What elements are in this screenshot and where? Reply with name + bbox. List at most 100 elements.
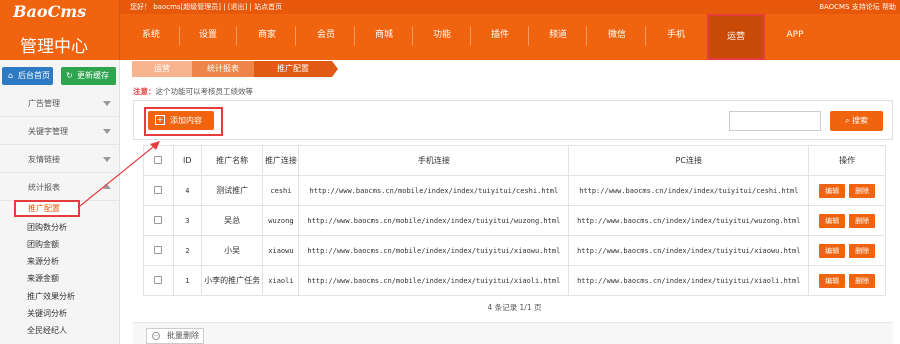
cell-id: 2 xyxy=(172,235,202,266)
cell-id: 3 xyxy=(172,205,202,236)
breadcrumb-reports[interactable]: 统计报表 xyxy=(192,61,254,77)
sidebar-item-keyword-analysis[interactable]: 关键词分析 xyxy=(27,308,67,319)
pagination-info: 4 条记录 1/1 页 xyxy=(487,303,542,312)
nav-divider xyxy=(295,26,296,46)
add-content-label: 添加内容 xyxy=(170,116,202,125)
nav-operations[interactable]: 运营 xyxy=(707,14,765,60)
row-checkbox[interactable] xyxy=(154,215,163,224)
nav-merchant[interactable]: 商家 xyxy=(242,14,292,60)
nav-channel[interactable]: 频道 xyxy=(533,14,583,60)
cell-name: 吴总 xyxy=(200,205,264,236)
search-input[interactable] xyxy=(729,111,821,131)
nav-function[interactable]: 功能 xyxy=(417,14,467,60)
menu-group-label: 关键字管理 xyxy=(28,127,68,136)
menu-group-links[interactable]: 友情链接 xyxy=(0,145,120,173)
cell-pc-link[interactable]: http://www.baocms.cn/index/index/tuiyitu… xyxy=(568,175,810,206)
sidebar-item-agent[interactable]: 全民经纪人 xyxy=(27,325,67,336)
menu-group-reports[interactable]: 统计报表 xyxy=(0,173,120,201)
table-row: 1 小李的推广任务 xiaoli http://www.baocms.cn/mo… xyxy=(143,265,886,296)
select-all-checkbox[interactable] xyxy=(154,155,163,164)
row-checkbox[interactable] xyxy=(154,185,163,194)
row-checkbox[interactable] xyxy=(154,245,163,254)
sidebar-item-groupbuy-count[interactable]: 团购数分析 xyxy=(27,222,67,233)
cell-actions: 编辑 删除 xyxy=(808,175,886,206)
table-header-row: ID 推广名称 推广连接 手机连接 PC连接 操作 xyxy=(143,145,886,176)
cell-pc-link[interactable]: http://www.baocms.cn/index/index/tuiyitu… xyxy=(568,265,810,296)
search-icon: ⌕ xyxy=(844,116,850,125)
col-code: 推广连接 xyxy=(262,145,300,176)
edit-button[interactable]: 编辑 xyxy=(819,243,846,258)
delete-button[interactable]: 删除 xyxy=(849,213,876,228)
cell-mobile-link[interactable]: http://www.baocms.cn/mobile/index/index/… xyxy=(298,265,570,296)
select-all-cell xyxy=(143,145,174,176)
batch-delete-button[interactable]: − 批量删除 xyxy=(146,328,204,344)
chevron-down-icon xyxy=(103,101,111,106)
breadcrumb-current: 推广配置 xyxy=(254,61,332,77)
top-info-bar: 您好！ baocms[超级管理员] | [退出] | 站点首页 BAOCMS 支… xyxy=(120,0,900,14)
cell-mobile-link[interactable]: http://www.baocms.cn/mobile/index/index/… xyxy=(298,235,570,266)
col-mobile-link: 手机连接 xyxy=(298,145,570,176)
support-links[interactable]: BAOCMS 支持论坛 帮助 xyxy=(819,0,896,14)
nav-app[interactable]: APP xyxy=(770,14,820,60)
cell-pc-link[interactable]: http://www.baocms.cn/index/index/tuiyitu… xyxy=(568,205,810,236)
sidebar-item-source-amount[interactable]: 来源金额 xyxy=(27,273,59,284)
logo[interactable]: BaoCms xyxy=(13,2,86,21)
chevron-down-icon xyxy=(103,129,111,134)
search-label: 搜索 xyxy=(852,116,869,125)
refresh-icon: ↻ xyxy=(66,71,73,80)
edit-button[interactable]: 编辑 xyxy=(819,183,846,198)
row-select-cell xyxy=(143,175,174,206)
menu-group-keywords[interactable]: 关键字管理 xyxy=(0,117,120,145)
col-name: 推广名称 xyxy=(200,145,264,176)
delete-button[interactable]: 删除 xyxy=(849,183,876,198)
add-content-button[interactable]: + 添加内容 xyxy=(148,111,214,130)
batch-delete-label: 批量删除 xyxy=(167,331,199,340)
nav-member[interactable]: 会员 xyxy=(301,14,351,60)
top-header: BaoCms 管理中心 您好！ baocms[超级管理员] | [退出] | 站… xyxy=(0,0,900,60)
cell-code: xiaowu xyxy=(262,235,300,266)
edit-button[interactable]: 编辑 xyxy=(819,213,846,228)
table-row: 4 测试推广 ceshi http://www.baocms.cn/mobile… xyxy=(143,175,886,206)
home-button[interactable]: ⌂ 后台首页 xyxy=(2,67,53,85)
nav-mall[interactable]: 商城 xyxy=(359,14,409,60)
cell-code: wuzong xyxy=(262,205,300,236)
notice-label: 注意： xyxy=(133,87,156,96)
cell-code: xiaoli xyxy=(262,265,300,296)
table-row: 2 小吴 xiaowu http://www.baocms.cn/mobile/… xyxy=(143,235,886,266)
cell-id: 1 xyxy=(172,265,202,296)
update-cache-label: 更新缓存 xyxy=(77,71,109,80)
promotion-table: ID 推广名称 推广连接 手机连接 PC连接 操作 4 测试推广 ceshi h… xyxy=(143,145,886,296)
row-select-cell xyxy=(143,205,174,236)
bottom-bar xyxy=(133,322,893,344)
cell-mobile-link[interactable]: http://www.baocms.cn/mobile/index/index/… xyxy=(298,175,570,206)
cell-mobile-link[interactable]: http://www.baocms.cn/mobile/index/index/… xyxy=(298,205,570,236)
cell-name: 小吴 xyxy=(200,235,264,266)
edit-button[interactable]: 编辑 xyxy=(819,273,846,288)
delete-button[interactable]: 删除 xyxy=(849,243,876,258)
nav-system[interactable]: 系统 xyxy=(126,14,176,60)
main-nav: 系统 设置 商家 会员 商城 功能 插件 频道 微信 手机 运营 APP xyxy=(120,14,900,60)
user-info[interactable]: 您好！ baocms[超级管理员] | [退出] | 站点首页 xyxy=(130,0,282,14)
cell-pc-link[interactable]: http://www.baocms.cn/index/index/tuiyitu… xyxy=(568,235,810,266)
row-select-cell xyxy=(143,235,174,266)
sidebar-item-groupbuy-amount[interactable]: 团购金额 xyxy=(27,239,59,250)
nav-wechat[interactable]: 微信 xyxy=(592,14,642,60)
cell-name: 测试推广 xyxy=(200,175,264,206)
nav-plugin[interactable]: 插件 xyxy=(475,14,525,60)
sidebar-item-promotion-config[interactable]: 推广配置 xyxy=(14,200,80,217)
sidebar-item-source-analysis[interactable]: 来源分析 xyxy=(27,256,59,267)
logo-area: BaoCms 管理中心 xyxy=(0,0,120,60)
row-checkbox[interactable] xyxy=(154,275,163,284)
nav-settings[interactable]: 设置 xyxy=(183,14,233,60)
update-cache-button[interactable]: ↻ 更新缓存 xyxy=(61,67,116,85)
menu-group-label: 广告管理 xyxy=(28,99,60,108)
nav-divider xyxy=(412,26,413,46)
sidebar-item-promo-effect[interactable]: 推广效果分析 xyxy=(27,291,75,302)
search-button[interactable]: ⌕ 搜索 xyxy=(830,111,883,131)
nav-mobile[interactable]: 手机 xyxy=(651,14,701,60)
breadcrumb-operations[interactable]: 运营 xyxy=(132,61,192,77)
delete-button[interactable]: 删除 xyxy=(849,273,876,288)
notice: 注意：这个功能可以考核员工绩效等 xyxy=(133,86,253,97)
menu-group-label: 统计报表 xyxy=(28,183,60,192)
menu-group-ads[interactable]: 广告管理 xyxy=(0,89,120,117)
